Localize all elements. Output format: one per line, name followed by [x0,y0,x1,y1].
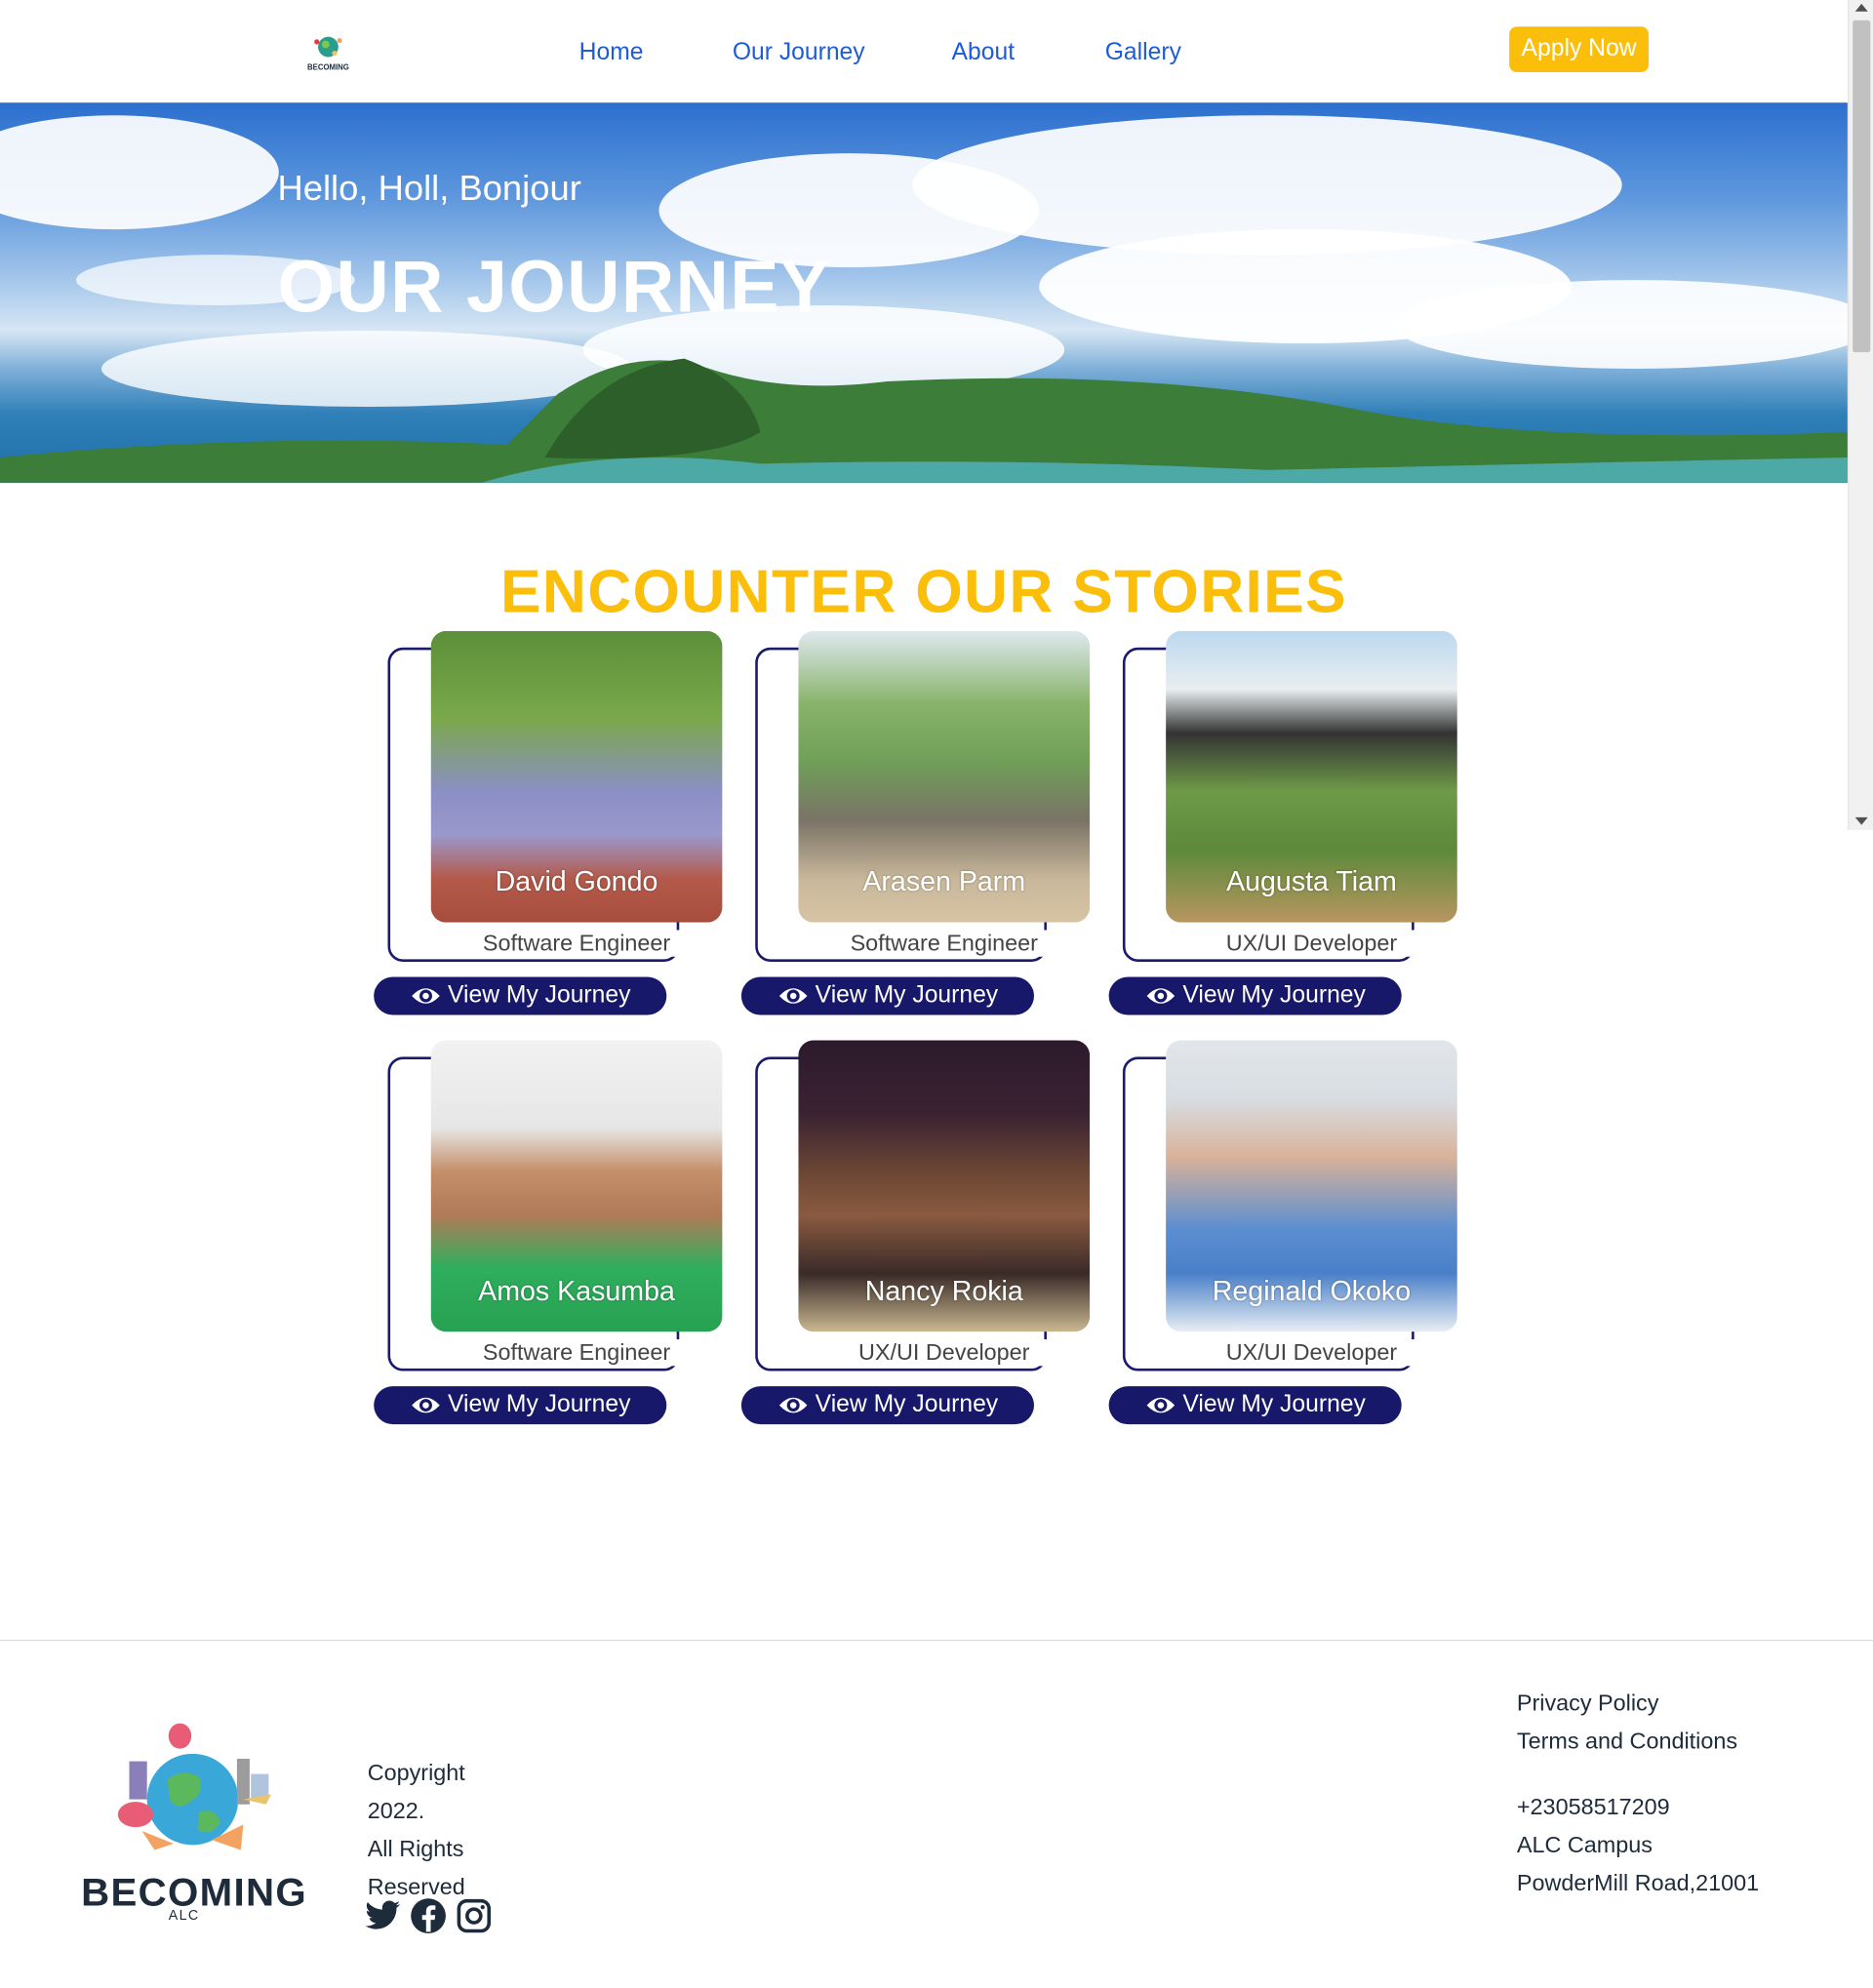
scrollbar-thumb[interactable] [1853,20,1871,353]
view-journey-button[interactable]: View My Journey [374,1386,667,1425]
social-links [364,1897,493,1935]
facebook-icon[interactable] [410,1897,448,1935]
footer-address-line: PowderMill Road,21001 [1516,1870,1760,1896]
person-name: Amos Kasumba [478,1274,675,1307]
person-name: Nancy Rokia [864,1274,1023,1307]
person-role: UX/UI Developer [1166,1339,1457,1367]
view-journey-button[interactable]: View My Journey [1108,976,1402,1015]
scroll-up-icon[interactable] [1854,3,1868,12]
page: BECOMING Home Our Journey About Gallery … [0,0,1873,1987]
person-name: David Gondo [495,865,658,897]
copyright-line: All Rights [367,1836,464,1862]
eye-icon [1147,1397,1176,1413]
story-card: Reginald Okoko UX/UI Developer View My J… [1108,1040,1457,1433]
person-name: Arasen Parm [862,865,1026,897]
view-journey-label: View My Journey [447,981,631,1010]
view-journey-button[interactable]: View My Journey [1108,1386,1402,1425]
footer-info: Privacy Policy Terms and Conditions +230… [1517,1684,1759,1901]
logo-icon[interactable]: BECOMING [304,30,352,73]
stories-title: ENCOUNTER OUR STORIES [499,558,1347,626]
view-journey-button[interactable]: View My Journey [740,1386,1034,1425]
story-card: Arasen Parm Software Engineer View My Jo… [740,630,1091,1024]
hero-greeting: Hello, Holl, Bonjour [277,168,581,209]
story-card: David Gondo Software Engineer View My Jo… [374,630,723,1024]
nav-home[interactable]: Home [579,39,644,67]
copyright: Copyright 2022. All Rights Reserved [368,1754,520,1906]
footer-divider [0,1639,1873,1642]
person-role: Software Engineer [430,930,723,957]
person-role: Software Engineer [798,930,1091,957]
copyright-line: 2022. [367,1798,425,1824]
copyright-line: Copyright [367,1760,465,1786]
view-journey-button[interactable]: View My Journey [374,976,667,1015]
footer-address-line: ALC Campus [1516,1832,1653,1858]
nav-our-journey[interactable]: Our Journey [733,39,865,67]
nav-gallery[interactable]: Gallery [1105,39,1181,67]
eye-icon [412,1397,441,1413]
apply-now-button[interactable]: Apply Now [1509,26,1649,73]
eye-icon [779,988,808,1004]
person-role: UX/UI Developer [798,1339,1091,1367]
view-journey-label: View My Journey [815,1391,999,1418]
person-name: Augusta Tiam [1226,865,1397,897]
twitter-icon[interactable] [364,1897,402,1935]
footer-phone: +23058517209 [1516,1794,1670,1820]
view-journey-label: View My Journey [815,981,999,1010]
svg-text:BECOMING: BECOMING [307,62,349,71]
story-card: Augusta Tiam UX/UI Developer View My Jou… [1108,630,1457,1024]
person-name: Reginald Okoko [1212,1274,1412,1307]
top-nav: BECOMING Home Our Journey About Gallery … [0,0,1848,103]
page-scrollbar[interactable] [1847,0,1873,830]
view-journey-button[interactable]: View My Journey [740,976,1034,1015]
privacy-policy-link[interactable]: Privacy Policy [1517,1684,1759,1722]
story-card: Amos Kasumba Software Engineer View My J… [374,1040,723,1433]
nav-about[interactable]: About [952,39,1016,67]
instagram-icon[interactable] [455,1897,493,1935]
story-card: Nancy Rokia UX/UI Developer View My Jour… [740,1040,1091,1433]
eye-icon [412,988,441,1004]
view-journey-label: View My Journey [1182,1391,1366,1418]
eye-icon [779,1397,808,1413]
person-role: UX/UI Developer [1166,930,1457,957]
eye-icon [1147,988,1176,1004]
scroll-down-icon[interactable] [1854,816,1868,825]
hero-title: OUR JOURNEY [277,246,831,329]
terms-link[interactable]: Terms and Conditions [1517,1722,1759,1760]
view-journey-label: View My Journey [1182,981,1366,1010]
person-role: Software Engineer [430,1339,723,1367]
view-journey-label: View My Journey [447,1391,631,1418]
footer-brand-sub: ALC [168,1908,200,1924]
island-illustration [0,358,1848,483]
hero-banner: Hello, Holl, Bonjour OUR JOURNEY [0,102,1848,483]
